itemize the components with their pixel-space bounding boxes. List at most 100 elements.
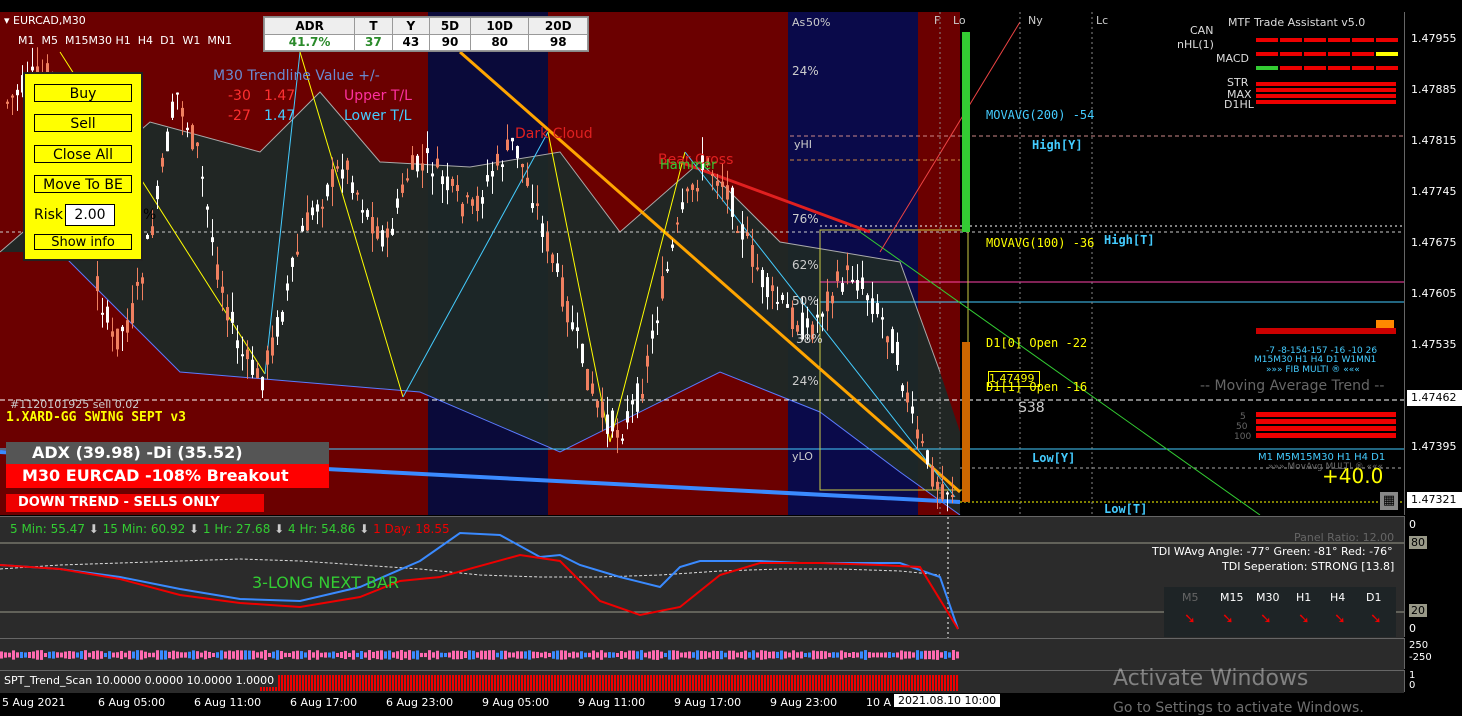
histogram-bar (628, 650, 631, 660)
candle-body (526, 177, 529, 186)
candle-body (896, 341, 899, 365)
price-tick: 1.47605 (1411, 287, 1457, 300)
pct-76: 76% (792, 212, 819, 226)
ylo-label: yLO (792, 450, 813, 463)
candle-body (256, 368, 259, 379)
histogram-bar (176, 651, 179, 659)
scan-bar (944, 675, 946, 691)
scan-bar (632, 675, 634, 691)
scan-bar (629, 675, 631, 691)
candle-body (471, 199, 474, 206)
scan-bar (446, 675, 448, 691)
scan-bar (404, 675, 406, 691)
risk-input[interactable]: 2.00 (65, 204, 115, 226)
histo-axis-tick: 250 (1409, 640, 1429, 651)
stat-value: 80 (469, 33, 530, 51)
candle-body (361, 210, 364, 213)
scan-bar (575, 675, 577, 691)
scan-bar (806, 675, 808, 691)
histogram-bar (944, 651, 947, 659)
candle-body (261, 376, 264, 391)
scan-bar (722, 675, 724, 691)
candle-body (676, 222, 679, 225)
histogram-bar (444, 652, 447, 658)
candle-body (301, 225, 304, 232)
scan-bar (836, 675, 838, 691)
candle-body (946, 492, 949, 495)
tdi-window[interactable]: 5 Min: 55.47 ⬇ 15 Min: 60.92 ⬇ 1 Hr: 27.… (0, 516, 1404, 638)
tf-h1[interactable]: H1 (116, 34, 131, 47)
histogram-bar (368, 650, 371, 660)
scan-bar (899, 675, 901, 691)
main-chart[interactable]: ▾ EURCAD,M30 M1 M5 M15M30 H1 H4 D1 W1 MN… (0, 12, 1404, 515)
candle-body (181, 107, 184, 117)
tf-m30[interactable]: M30 (89, 34, 113, 47)
scan-bar (752, 675, 754, 691)
candle-body (621, 438, 624, 441)
scan-bar (887, 675, 889, 691)
scan-bar (470, 675, 472, 691)
histogram-bar (364, 652, 367, 658)
scan-bar (302, 675, 304, 691)
candle-body (411, 155, 414, 170)
histogram-bar (796, 652, 799, 658)
scan-bar (758, 675, 760, 691)
histogram-bar (596, 652, 599, 658)
tf-w1[interactable]: W1 (183, 34, 201, 47)
tf-m1[interactable]: M1 (18, 34, 35, 47)
scan-bar (683, 675, 685, 691)
scan-bar (686, 675, 688, 691)
scan-bar (542, 675, 544, 691)
candle-body (686, 188, 689, 192)
tf-m5[interactable]: M5 (42, 34, 59, 47)
scan-bar (626, 675, 628, 691)
close-all-button[interactable]: Close All (34, 145, 132, 163)
candle-body (941, 484, 944, 500)
pct-38: 38% (796, 332, 823, 346)
show-info-button[interactable]: Show info (34, 234, 132, 250)
tf-d1[interactable]: D1 (160, 34, 175, 47)
candle-body (596, 400, 599, 408)
tf-mn1[interactable]: MN1 (207, 34, 232, 47)
histogram-bar (180, 652, 183, 658)
candle-body (916, 429, 919, 439)
tf-h4[interactable]: H4 (138, 34, 153, 47)
scan-bar (458, 675, 460, 691)
tf-m15[interactable]: M15 (65, 34, 89, 47)
candle-body (226, 307, 229, 321)
histo-axis-tick: -250 (1409, 652, 1432, 663)
histogram-bar (400, 650, 403, 660)
candle-body (446, 176, 449, 191)
buy-button[interactable]: Buy (34, 84, 132, 102)
tdi-axis: 0 80 20 0 (1404, 516, 1462, 637)
histogram-bar (352, 650, 355, 660)
candle-body (541, 223, 544, 237)
mtf-level-bars (1256, 412, 1396, 438)
sell-button[interactable]: Sell (34, 114, 132, 132)
candle-body (586, 368, 589, 391)
calculator-icon[interactable]: ▦ (1380, 492, 1398, 510)
histogram-bar (432, 652, 435, 658)
candle-body (806, 318, 809, 328)
timeframe-bar: M1 M5 M15M30 H1 H4 D1 W1 MN1 (18, 34, 232, 47)
symbol-text: EURCAD,M30 (13, 14, 86, 27)
scan-bar (353, 675, 355, 691)
scan-bar (674, 675, 676, 691)
candle-body (376, 226, 379, 239)
scan-bar (782, 675, 784, 691)
price-tick: 1.47395 (1411, 440, 1457, 453)
histogram-bar (4, 652, 7, 658)
histogram-bar (340, 651, 343, 659)
scan-bar (356, 675, 358, 691)
stat-header: ADR (263, 17, 356, 35)
candle-body (236, 340, 239, 349)
scan-bar (746, 675, 748, 691)
histogram-bar (472, 650, 475, 660)
candle-body (616, 430, 619, 438)
histogram-bar (692, 652, 695, 658)
histogram-bar (516, 651, 519, 659)
candle-body (691, 184, 694, 190)
stat-value: 37 (354, 33, 393, 51)
move-to-be-button[interactable]: Move To BE (34, 175, 132, 193)
histogram-bar (172, 650, 175, 660)
